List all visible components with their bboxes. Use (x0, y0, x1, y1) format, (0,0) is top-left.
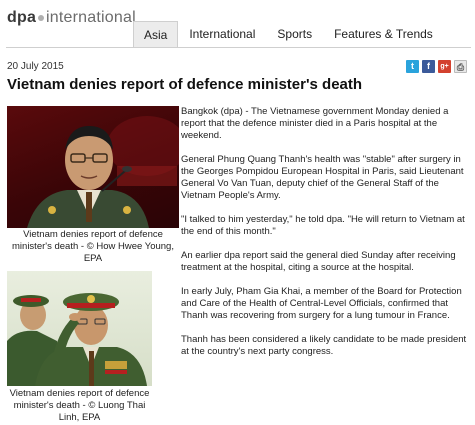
logo-brand: dpa (7, 9, 37, 26)
header-divider (6, 47, 471, 48)
tab-features-trends[interactable]: Features & Trends (323, 21, 444, 47)
article-paragraph: General Phung Quang Thanh's health was "… (181, 154, 464, 201)
tab-sports[interactable]: Sports (266, 21, 323, 47)
logo-international: international (46, 9, 136, 26)
article-paragraph: In early July, Pham Gia Khai, a member o… (181, 286, 462, 321)
print-icon[interactable]: ⎙ (454, 60, 467, 73)
twitter-icon[interactable]: t (406, 60, 419, 73)
photo-1-caption: Vietnam denies report of defence ministe… (12, 229, 174, 264)
article-paragraph: Thanh has been considered a likely candi… (181, 334, 467, 357)
section-nav: Asia International Sports Features & Tre… (133, 21, 444, 48)
article-photo-1[interactable] (7, 106, 179, 228)
logo-dot-icon (38, 14, 45, 21)
tab-asia[interactable]: Asia (133, 21, 179, 48)
article-paragraph: Bangkok (dpa) - The Vietnamese governmen… (181, 106, 449, 141)
article-title: Vietnam denies report of defence ministe… (7, 76, 363, 93)
share-bar: t f g+ ⎙ (406, 60, 467, 73)
article-photo-2[interactable] (7, 271, 152, 386)
minister-portrait-image (27, 116, 179, 228)
site-logo[interactable]: dpa international (7, 9, 136, 27)
article-date: 20 July 2015 (7, 61, 64, 72)
facebook-icon[interactable]: f (422, 60, 435, 73)
article-paragraph: "I talked to him yesterday," he told dpa… (181, 214, 465, 237)
article-paragraph: An earlier dpa report said the general d… (181, 250, 456, 273)
site-header: dpa international Asia International Spor… (0, 0, 475, 48)
article-body: Bangkok (dpa) - The Vietnamese governmen… (181, 106, 469, 370)
google-plus-icon[interactable]: g+ (438, 60, 451, 73)
photo-2-caption: Vietnam denies report of defence ministe… (9, 388, 150, 423)
officers-saluting-image (7, 293, 147, 386)
tab-international[interactable]: International (178, 21, 266, 47)
